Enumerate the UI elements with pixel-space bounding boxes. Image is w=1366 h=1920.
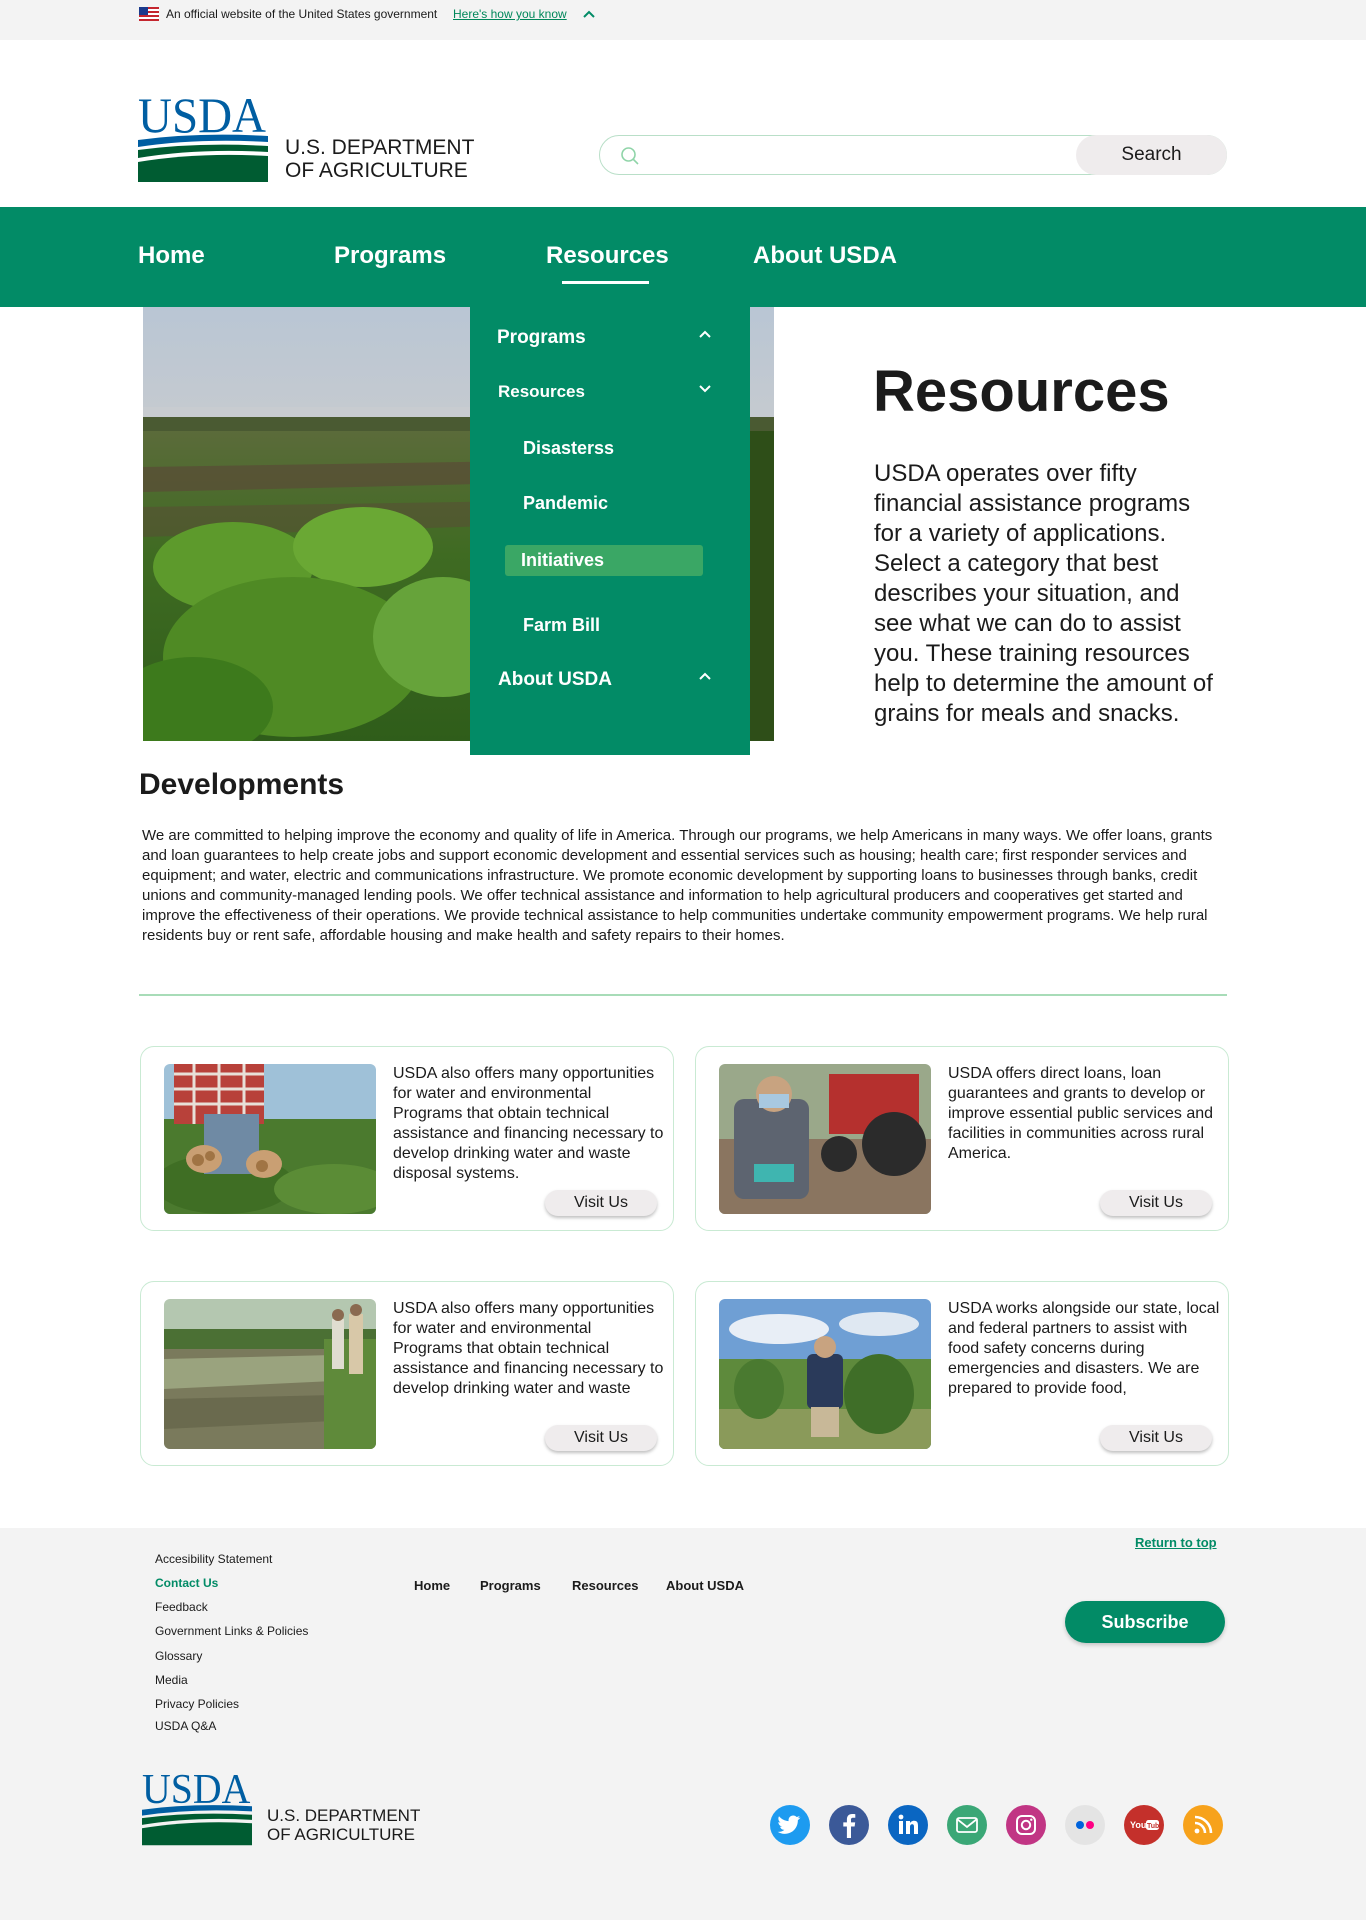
page-title: Resources [873, 359, 1170, 424]
wetland-farmers-image [164, 1299, 376, 1449]
usda-logo[interactable]: USDA [138, 92, 268, 184]
twitter-icon[interactable] [770, 1805, 810, 1845]
site-footer: Accesibility Statement Contact Us Feedba… [0, 1528, 1366, 1920]
footer-nav-home[interactable]: Home [414, 1578, 450, 1593]
search-input[interactable] [650, 140, 1150, 170]
nav-resources[interactable]: Resources [546, 242, 669, 270]
worker-tractor-image [719, 1064, 931, 1214]
return-to-top-link[interactable]: Return to top [1135, 1535, 1217, 1550]
chevron-down-icon[interactable] [698, 384, 712, 394]
chevron-up-icon[interactable] [698, 671, 712, 681]
developments-heading: Developments [139, 768, 345, 801]
footer-department-name: U.S. DEPARTMENT OF AGRICULTURE [267, 1806, 421, 1844]
card-description: USDA also offers many opportunities for … [393, 1300, 664, 1397]
nav-programs[interactable]: Programs [334, 242, 446, 270]
search-button[interactable]: Search [1076, 135, 1227, 175]
footer-nav-resources[interactable]: Resources [572, 1578, 638, 1593]
program-card: USDA also offers many opportunities for … [140, 1046, 674, 1231]
heres-how-you-know-link[interactable]: Here's how you know [453, 7, 567, 21]
dropdown-initiatives[interactable]: Initiatives [521, 550, 604, 571]
chevron-up-icon[interactable] [698, 329, 712, 339]
footer-qa-link[interactable]: USDA Q&A [155, 1719, 216, 1733]
farmer-potatoes-image [164, 1064, 376, 1214]
card-description: USDA also offers many opportunities for … [393, 1065, 664, 1182]
dropdown-pandemic[interactable]: Pandemic [523, 493, 608, 514]
instagram-icon[interactable] [1006, 1805, 1046, 1845]
dropdown-resources[interactable]: Resources [498, 382, 585, 402]
nav-home[interactable]: Home [138, 242, 205, 270]
chevron-up-icon[interactable] [582, 9, 596, 19]
footer-contact-link[interactable]: Contact Us [155, 1576, 218, 1590]
dropdown-disasters[interactable]: Disasterss [523, 438, 614, 459]
search-icon [621, 147, 639, 165]
visit-us-button[interactable]: Visit Us [1100, 1190, 1212, 1216]
farmer-field-image [719, 1299, 931, 1449]
dropdown-about-usda[interactable]: About USDA [498, 669, 612, 691]
gov-banner-text: An official website of the United States… [166, 7, 438, 21]
search-bar: Search [599, 135, 1227, 175]
resources-dropdown: Programs Resources Disasterss Pandemic I… [470, 307, 750, 755]
facebook-icon[interactable] [829, 1805, 869, 1845]
footer-nav-about-usda[interactable]: About USDA [666, 1578, 744, 1593]
visit-us-button[interactable]: Visit Us [1100, 1425, 1212, 1451]
footer-feedback-link[interactable]: Feedback [155, 1600, 208, 1614]
footer-media-link[interactable]: Media [155, 1673, 188, 1687]
program-card: USDA works alongside our state, local an… [695, 1281, 1229, 1466]
section-divider [139, 994, 1227, 996]
footer-privacy-link[interactable]: Privacy Policies [155, 1697, 239, 1711]
card-description: USDA works alongside our state, local an… [948, 1300, 1220, 1397]
developments-text: We are committed to helping improve the … [142, 827, 1213, 944]
footer-glossary-link[interactable]: Glossary [155, 1649, 202, 1663]
us-flag-icon [139, 7, 159, 21]
nav-about-usda[interactable]: About USDA [753, 242, 897, 270]
dropdown-programs[interactable]: Programs [497, 327, 586, 349]
linkedin-icon[interactable] [888, 1805, 928, 1845]
hero-description: USDA operates over fifty financial assis… [874, 460, 1213, 727]
footer-gov-links-link[interactable]: Government Links & Policies [155, 1624, 308, 1638]
nav-active-indicator [562, 281, 649, 284]
department-name: U.S. DEPARTMENT OF AGRICULTURE [285, 136, 475, 182]
youtube-icon[interactable]: You Tube [1124, 1805, 1164, 1845]
gov-banner: An official website of the United States… [0, 0, 1366, 40]
svg-text:You: You [1130, 1820, 1146, 1830]
usda-footer-logo[interactable]: USDA [142, 1769, 252, 1847]
visit-us-button[interactable]: Visit Us [545, 1425, 657, 1451]
flickr-icon[interactable] [1065, 1805, 1105, 1845]
main-nav: Home Programs Resources About USDA [0, 207, 1366, 307]
card-description: USDA offers direct loans, loan guarantee… [948, 1065, 1214, 1162]
email-icon[interactable] [947, 1805, 987, 1845]
rss-icon[interactable] [1183, 1805, 1223, 1845]
svg-text:Tube: Tube [1147, 1823, 1163, 1830]
visit-us-button[interactable]: Visit Us [545, 1190, 657, 1216]
program-card: USDA offers direct loans, loan guarantee… [695, 1046, 1229, 1231]
program-card: USDA also offers many opportunities for … [140, 1281, 674, 1466]
footer-nav-programs[interactable]: Programs [480, 1578, 541, 1593]
subscribe-button[interactable]: Subscribe [1065, 1601, 1225, 1643]
dropdown-farm-bill[interactable]: Farm Bill [523, 615, 600, 636]
footer-accessibility-link[interactable]: Accesibility Statement [155, 1552, 272, 1566]
